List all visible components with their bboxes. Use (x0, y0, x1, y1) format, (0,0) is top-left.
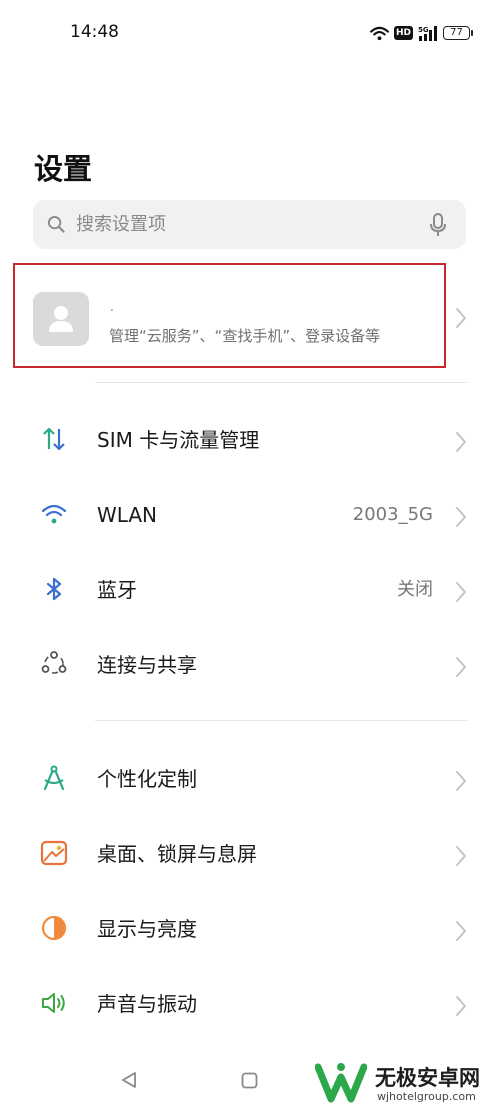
bluetooth-icon (46, 577, 62, 601)
account-subtitle: 管理“云服务”、“查找手机”、登录设备等 (109, 327, 381, 345)
chevron-right-icon (456, 921, 466, 941)
signal-5g-icon: 5G (418, 26, 437, 41)
settings-item-label: 显示与亮度 (97, 917, 197, 941)
watermark: 无极安卓网 wjhotelgroup.com (315, 1059, 500, 1107)
avatar[interactable] (33, 292, 89, 346)
hd-icon: HD (393, 26, 413, 40)
settings-item-label: 连接与共享 (97, 653, 197, 677)
chevron-right-icon (456, 582, 466, 602)
settings-item-label: 蓝牙 (97, 578, 137, 602)
home-icon[interactable] (241, 1072, 258, 1089)
watermark-logo-icon (315, 1063, 367, 1103)
settings-item-sound[interactable]: 声音与振动 (0, 974, 500, 1034)
divider (95, 382, 467, 383)
chevron-right-icon (456, 846, 466, 866)
settings-item-bluetooth[interactable]: 蓝牙 关闭 (0, 560, 500, 620)
chevron-right-icon (456, 996, 466, 1016)
divider (95, 720, 467, 721)
settings-item-label: WLAN (97, 503, 158, 527)
battery-icon: 77 (443, 26, 473, 40)
watermark-url: wjhotelgroup.com (377, 1090, 476, 1103)
settings-item-value: 关闭 (397, 579, 433, 600)
wallpaper-icon (40, 840, 68, 866)
settings-item-display[interactable]: 显示与亮度 (0, 899, 500, 959)
page-title: 设置 (34, 152, 93, 186)
watermark-text: 无极安卓网 (375, 1066, 480, 1090)
sound-icon (42, 993, 65, 1013)
wifi-icon (370, 26, 389, 40)
settings-item-value: 2003_5G (352, 504, 433, 525)
share-icon (41, 651, 67, 674)
settings-item-sim[interactable]: SIM 卡与流量管理 (0, 410, 500, 470)
settings-item-wallpaper[interactable]: 桌面、锁屏与息屏 (0, 824, 500, 884)
status-icons: HD 5G 77 (370, 22, 473, 44)
account-name: . (110, 300, 114, 314)
signal-label: 5G (418, 26, 429, 34)
search-icon (47, 215, 65, 233)
mic-icon[interactable] (429, 213, 447, 237)
chevron-right-icon (456, 771, 466, 791)
chevron-right-icon (456, 657, 466, 677)
wifi-icon (41, 504, 67, 524)
settings-item-wlan[interactable]: WLAN 2003_5G (0, 485, 500, 545)
chevron-right-icon (456, 308, 466, 328)
settings-item-connection-share[interactable]: 连接与共享 (0, 635, 500, 695)
search-placeholder: 搜索设置项 (76, 214, 166, 235)
brightness-icon (41, 915, 67, 941)
personalize-icon (43, 765, 65, 791)
settings-item-personalize[interactable]: 个性化定制 (0, 749, 500, 809)
search-bar[interactable]: 搜索设置项 (33, 200, 466, 249)
chevron-right-icon (456, 432, 466, 452)
sim-data-icon (43, 427, 65, 451)
settings-item-label: 个性化定制 (97, 767, 197, 791)
settings-item-label: 桌面、锁屏与息屏 (97, 842, 257, 866)
settings-item-label: SIM 卡与流量管理 (97, 428, 260, 452)
settings-item-label: 声音与振动 (97, 992, 197, 1016)
chevron-right-icon (456, 507, 466, 527)
back-icon[interactable] (120, 1071, 138, 1089)
status-time: 14:48 (70, 22, 119, 42)
user-icon (49, 306, 73, 332)
